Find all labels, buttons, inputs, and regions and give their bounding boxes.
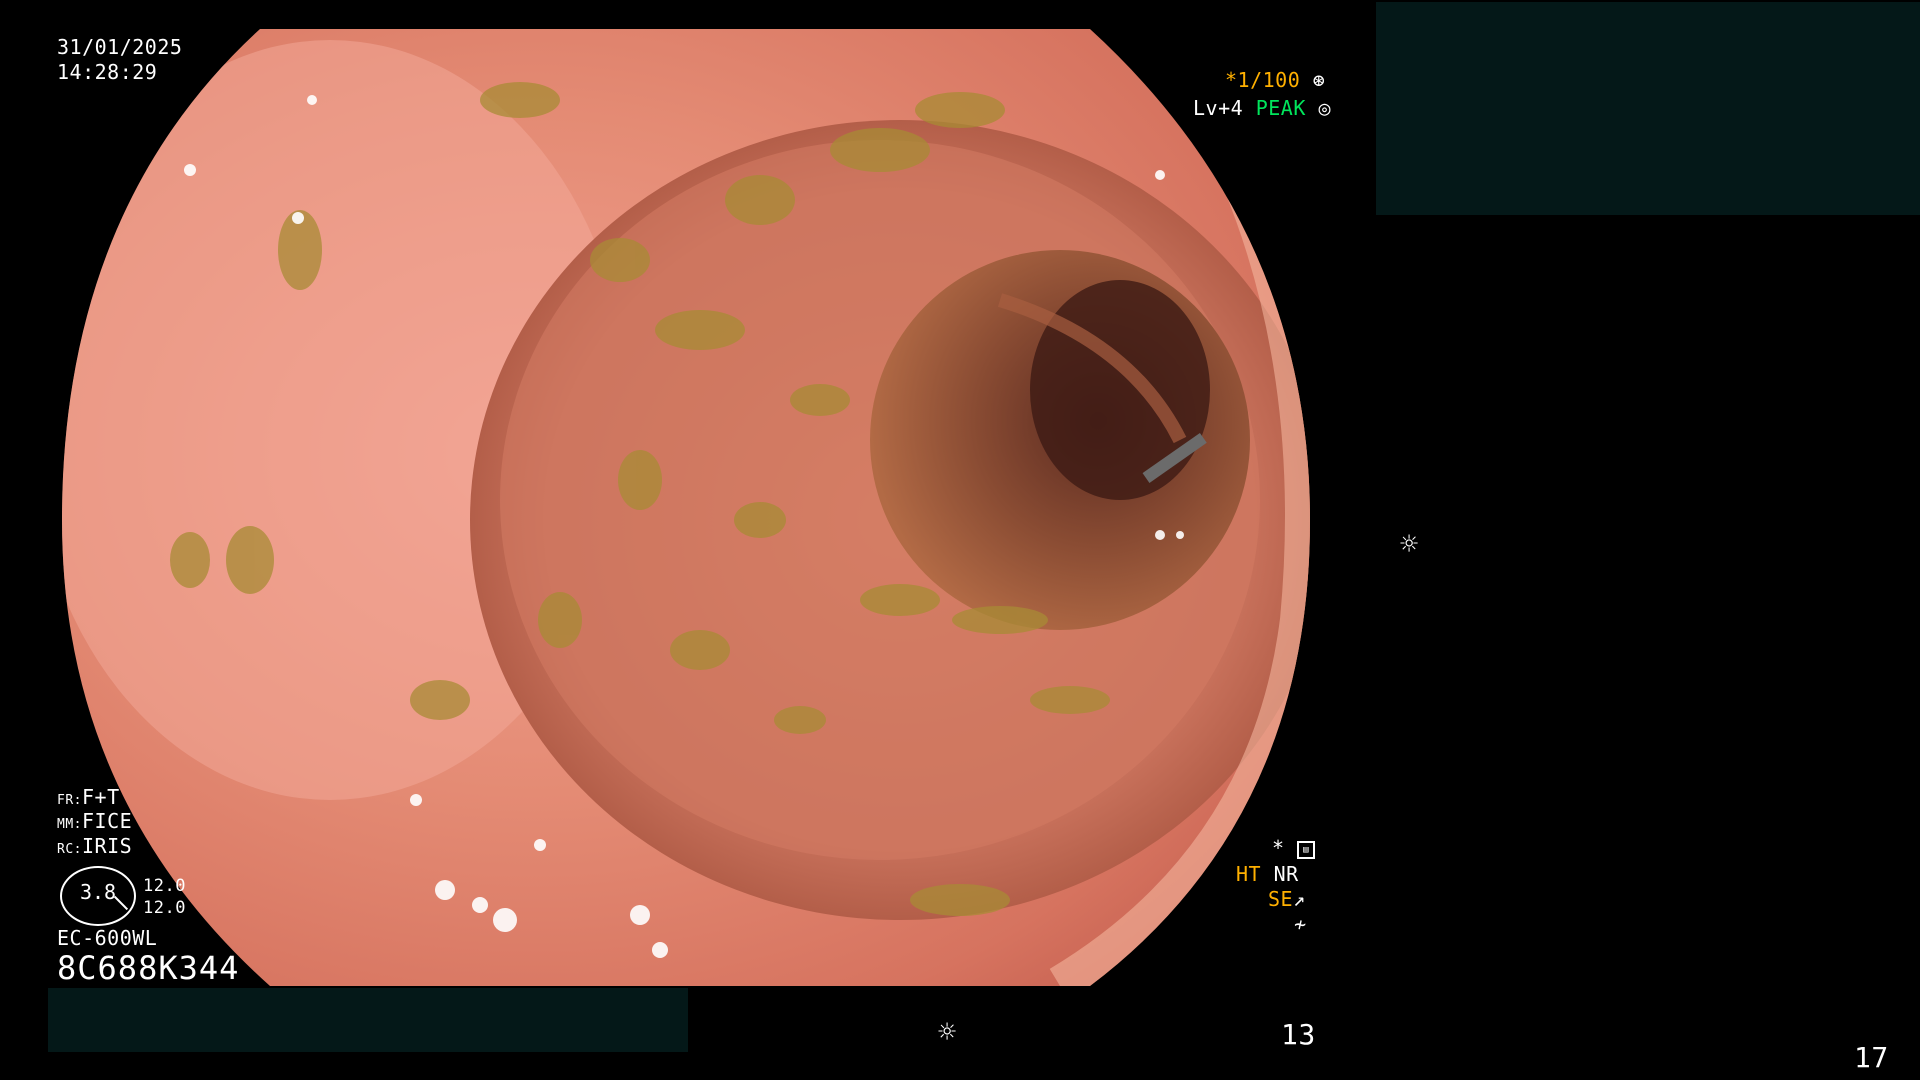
mm-setting: MM:FICE	[57, 809, 132, 837]
light-status: Lv+4 PEAK ◎	[1193, 96, 1331, 120]
light-mode-label: PEAK	[1255, 96, 1306, 120]
scope-serial: 8C688K344	[57, 949, 240, 987]
frame-count-left: 13	[1281, 1018, 1316, 1051]
ht-label: HT	[1236, 862, 1262, 886]
rc-key: RC:	[57, 842, 82, 857]
redaction-block-top-right	[1376, 2, 1920, 215]
scope-model: EC-600WL	[57, 926, 158, 950]
se-label: SE	[1268, 887, 1294, 911]
se-status: SE↗	[1268, 887, 1306, 911]
time-label: 14:28:29	[57, 60, 158, 84]
fr-value: F+T	[81, 785, 120, 809]
frame-count-right: 17	[1854, 1041, 1889, 1074]
iris-value: 3.8	[79, 880, 117, 904]
rc-value: IRIS	[81, 834, 133, 858]
shutter-status: *1/100 ⊛	[1225, 68, 1325, 92]
iris-scale-top: 12.0	[143, 876, 186, 896]
redaction-block-bottom-left	[48, 988, 688, 1052]
fr-key: FR:	[57, 793, 82, 808]
sun-icon: ☼	[1400, 527, 1419, 562]
sun-icon: ☼	[938, 1015, 957, 1050]
asterisk-marker: *	[1272, 836, 1285, 860]
mm-key: MM:	[57, 817, 82, 832]
record-status: * ▤	[1272, 836, 1316, 860]
date-label: 31/01/2025	[57, 35, 183, 59]
mm-value: FICE	[81, 809, 133, 833]
record-icon: ▤	[1297, 840, 1316, 859]
enhance-icon: ↗	[1293, 887, 1306, 911]
ht-nr-status: HT NR	[1236, 862, 1299, 886]
shutter-label: *1/100	[1225, 68, 1301, 92]
aperture-icon: ⊛	[1312, 68, 1326, 92]
rc-setting: RC:IRIS	[57, 834, 132, 862]
ring-icon: ◎	[1318, 96, 1331, 120]
iris-scale-bottom: 12.0	[143, 898, 186, 918]
light-level-label: Lv+4	[1193, 96, 1244, 120]
nr-label: NR	[1273, 862, 1299, 886]
freeze-icon: ≁	[1294, 912, 1307, 936]
